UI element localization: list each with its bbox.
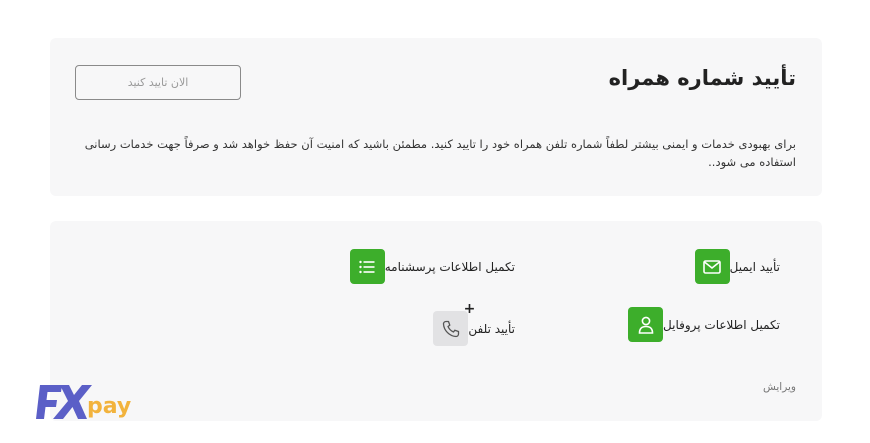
verify-phone-description: برای بهبودی خدمات و ایمنی بیشتر لطفاً شم… — [84, 137, 796, 169]
fxpay-logo: pay — [36, 385, 131, 419]
task-verify-phone[interactable]: + تأیید تلفن — [433, 302, 527, 346]
task-complete-survey[interactable]: تکمیل اطلاعات پرسشنامه — [349, 249, 527, 284]
task-verify-phone-label: تأیید تلفن — [468, 321, 515, 336]
plus-icon: + — [463, 301, 476, 317]
verify-phone-title: تأیید شماره همراه — [608, 66, 796, 90]
verify-now-button[interactable]: الان تایید کنید — [75, 65, 241, 100]
task-verify-email[interactable]: تأیید ایمیل — [694, 249, 792, 284]
phone-icon-wrap: + — [433, 302, 475, 346]
task-verify-email-label: تأیید ایمیل — [729, 259, 780, 274]
list-icon — [349, 249, 385, 284]
email-icon — [694, 249, 730, 284]
user-icon — [628, 307, 664, 342]
profile-tasks-card: تأیید ایمیل تکمیل اطلاعات پرسشنامه تکمیل… — [50, 221, 822, 421]
task-complete-profile[interactable]: تکمیل اطلاعات پروفایل — [628, 307, 792, 342]
verify-phone-card: تأیید شماره همراه الان تایید کنید برای ب… — [50, 38, 822, 196]
page: تأیید شماره همراه الان تایید کنید برای ب… — [0, 0, 870, 443]
task-complete-survey-label: تکمیل اطلاعات پرسشنامه — [384, 259, 515, 274]
task-complete-profile-label: تکمیل اطلاعات پروفایل — [663, 317, 780, 332]
logo-pay-text: pay — [87, 394, 131, 419]
edit-link[interactable]: ویرایش — [763, 381, 796, 393]
